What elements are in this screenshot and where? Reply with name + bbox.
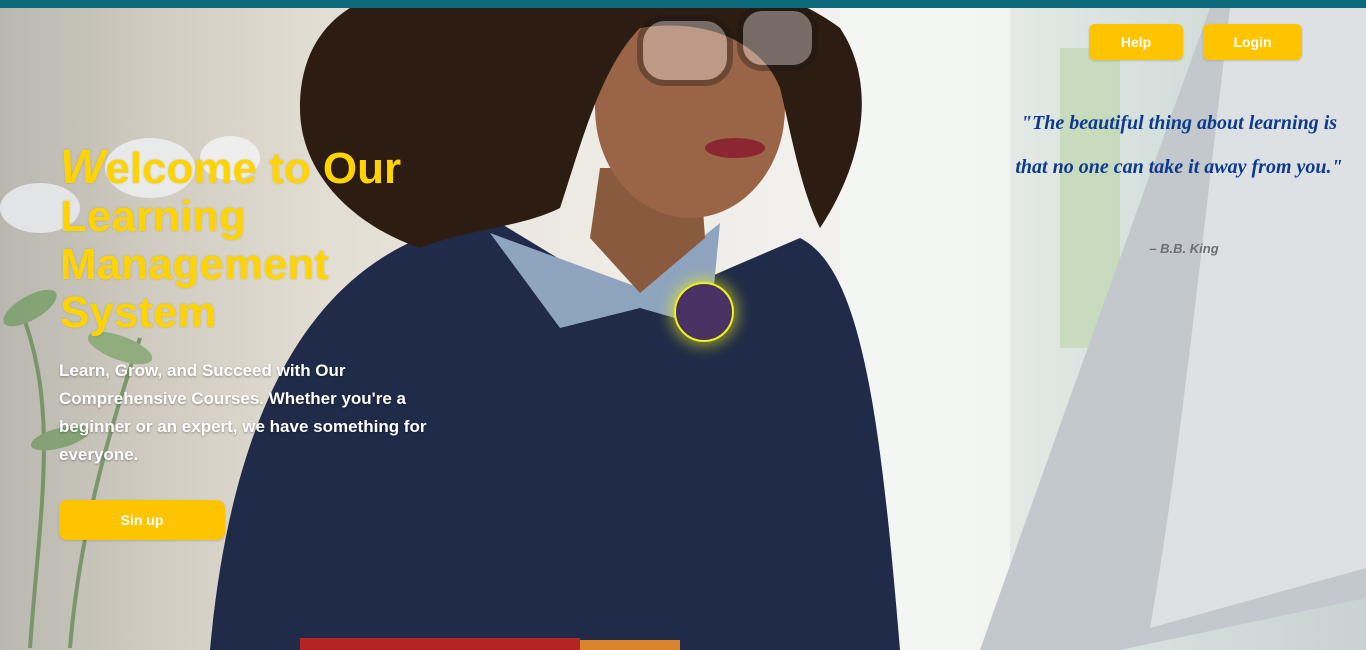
hero-title: Welcome to Our Learning Management Syste…	[60, 144, 480, 337]
glowing-circle-indicator	[674, 282, 734, 342]
hero-title-first-letter: W	[60, 141, 106, 194]
quote-text: "The beautiful thing about learning is t…	[1015, 112, 1343, 178]
quote-author: – B.B. King	[1149, 241, 1219, 256]
signup-button[interactable]: Sin up	[59, 500, 225, 540]
login-button[interactable]: Login	[1203, 24, 1302, 60]
top-accent-bar	[0, 0, 1366, 8]
hero-title-rest: elcome to Our Learning Management System	[60, 144, 402, 337]
help-button[interactable]: Help	[1089, 24, 1183, 60]
landing-page: Help Login Welcome to Our Learning Manag…	[0, 0, 1366, 650]
hero-subtitle: Learn, Grow, and Succeed with Our Compre…	[59, 361, 427, 464]
